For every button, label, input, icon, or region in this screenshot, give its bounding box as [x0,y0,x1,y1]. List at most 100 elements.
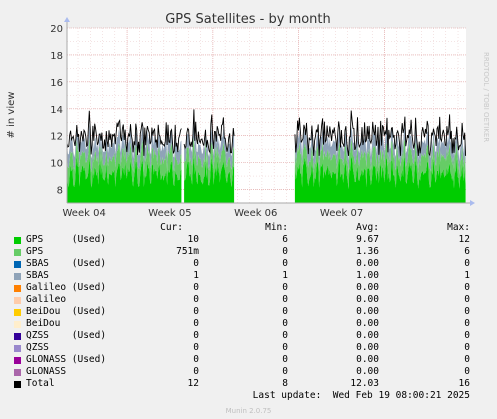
legend-cur: 0 [193,366,199,377]
legend-max: 0 [464,282,470,293]
header-cur: Cur: [160,222,183,233]
legend-max: 1 [464,270,470,281]
y-tick-label: 10 [50,159,63,170]
legend-min: 6 [282,234,288,245]
chart-title: GPS Satellites - by month [165,12,331,27]
legend-swatch [14,381,21,388]
legend-swatch [14,297,21,304]
legend-cur: 751m [176,246,199,257]
header-max: Max: [447,222,470,233]
x-tick-label: Week 07 [320,208,363,219]
legend-label: GPS (Used) [26,234,107,245]
last-update: Last update: Wed Feb 19 08:00:21 2025 [252,390,470,401]
legend-cur: 12 [187,378,199,389]
chart-area: 8 10 12 14 16 18 20 Week 04 Week 05 Week 06 Week 0… [0,0,497,222]
legend-cur: 1 [193,270,199,281]
legend-min: 1 [282,270,288,281]
legend-max: 12 [458,234,470,245]
y-tick-label: 18 [50,51,63,62]
legend-header: Cur: Min: Avg: Max: [0,222,497,234]
legend-label: QZSS [26,342,49,353]
legend-min: 0 [282,342,288,353]
legend-avg: 0.00 [356,354,379,365]
legend-max: 0 [464,306,470,317]
legend-swatch [14,309,21,316]
header-avg: Avg: [356,222,379,233]
legend-row: GLONASS (Used) 0 0 0.00 0 [0,354,497,366]
legend-min: 8 [282,378,288,389]
legend-cur: 0 [193,294,199,305]
legend-avg: 0.00 [356,330,379,341]
legend-cur: 0 [193,330,199,341]
legend-row: GPS (Used) 10 6 9.67 12 [0,234,497,246]
legend-avg: 1.00 [356,270,379,281]
legend-cur: 10 [187,234,199,245]
legend-swatch [14,237,21,244]
legend-row: BeiDou (Used) 0 0 0.00 0 [0,306,497,318]
legend-avg: 0.00 [356,258,379,269]
legend-max: 0 [464,294,470,305]
legend-min: 0 [282,318,288,329]
legend-label: GPS [26,246,44,257]
legend-row: GLONASS 0 0 0.00 0 [0,366,497,378]
legend-max: 0 [464,354,470,365]
legend-label: BeiDou [26,318,61,329]
legend-min: 0 [282,294,288,305]
legend-row: QZSS 0 0 0.00 0 [0,342,497,354]
legend-min: 0 [282,306,288,317]
legend-label: Total [26,378,55,389]
legend-row: SBAS 1 1 1.00 1 [0,270,497,282]
legend-avg: 0.00 [356,366,379,377]
legend-avg: 0.00 [356,306,379,317]
legend-row: QZSS (Used) 0 0 0.00 0 [0,330,497,342]
legend-row: SBAS (Used) 0 0 0.00 0 [0,258,497,270]
legend-label: GLONASS (Used) [26,354,107,365]
legend-swatch [14,273,21,280]
legend-min: 0 [282,246,288,257]
legend-cur: 0 [193,258,199,269]
legend-label: QZSS (Used) [26,330,107,341]
legend-row: Galileo (Used) 0 0 0.00 0 [0,282,497,294]
x-tick-label: Week 05 [148,208,191,219]
legend-avg: 9.67 [356,234,379,245]
munin-version: Munin 2.0.75 [225,407,272,415]
legend-swatch [14,261,21,268]
legend-min: 0 [282,354,288,365]
legend-swatch [14,249,21,256]
legend-row: BeiDou 0 0 0.00 0 [0,318,497,330]
legend-avg: 0.00 [356,282,379,293]
legend-swatch [14,333,21,340]
y-tick-label: 16 [50,78,63,89]
legend-cur: 0 [193,354,199,365]
legend-label: BeiDou (Used) [26,306,107,317]
x-tick-label: Week 04 [63,208,106,219]
legend-swatch [14,357,21,364]
legend-row: GPS 751m 0 1.36 6 [0,246,497,258]
y-tick-label: 14 [50,105,63,116]
legend-swatch [14,285,21,292]
legend-max: 16 [458,378,470,389]
legend-avg: 1.36 [356,246,379,257]
legend-label: Galileo [26,294,67,305]
y-tick-label: 20 [50,24,63,35]
legend-cur: 0 [193,282,199,293]
legend-row: Galileo 0 0 0.00 0 [0,294,497,306]
legend-avg: 0.00 [356,294,379,305]
legend-label: SBAS [26,270,49,281]
legend-avg: 0.00 [356,318,379,329]
rrdtool-label: RRDTOOL / TOBI OETIKER [482,52,490,142]
legend-label: GLONASS [26,366,67,377]
y-tick-label: 12 [50,132,63,143]
x-tick-label: Week 06 [234,208,277,219]
legend-min: 0 [282,258,288,269]
legend-max: 0 [464,342,470,353]
legend-max: 0 [464,258,470,269]
legend-avg: 12.03 [350,378,379,389]
legend-swatch [14,369,21,376]
y-tick-label: 8 [57,186,63,197]
legend-cur: 0 [193,318,199,329]
legend-cur: 0 [193,306,199,317]
legend-row: Total 12 8 12.03 16 [0,378,497,390]
legend-max: 0 [464,318,470,329]
legend-cur: 0 [193,342,199,353]
